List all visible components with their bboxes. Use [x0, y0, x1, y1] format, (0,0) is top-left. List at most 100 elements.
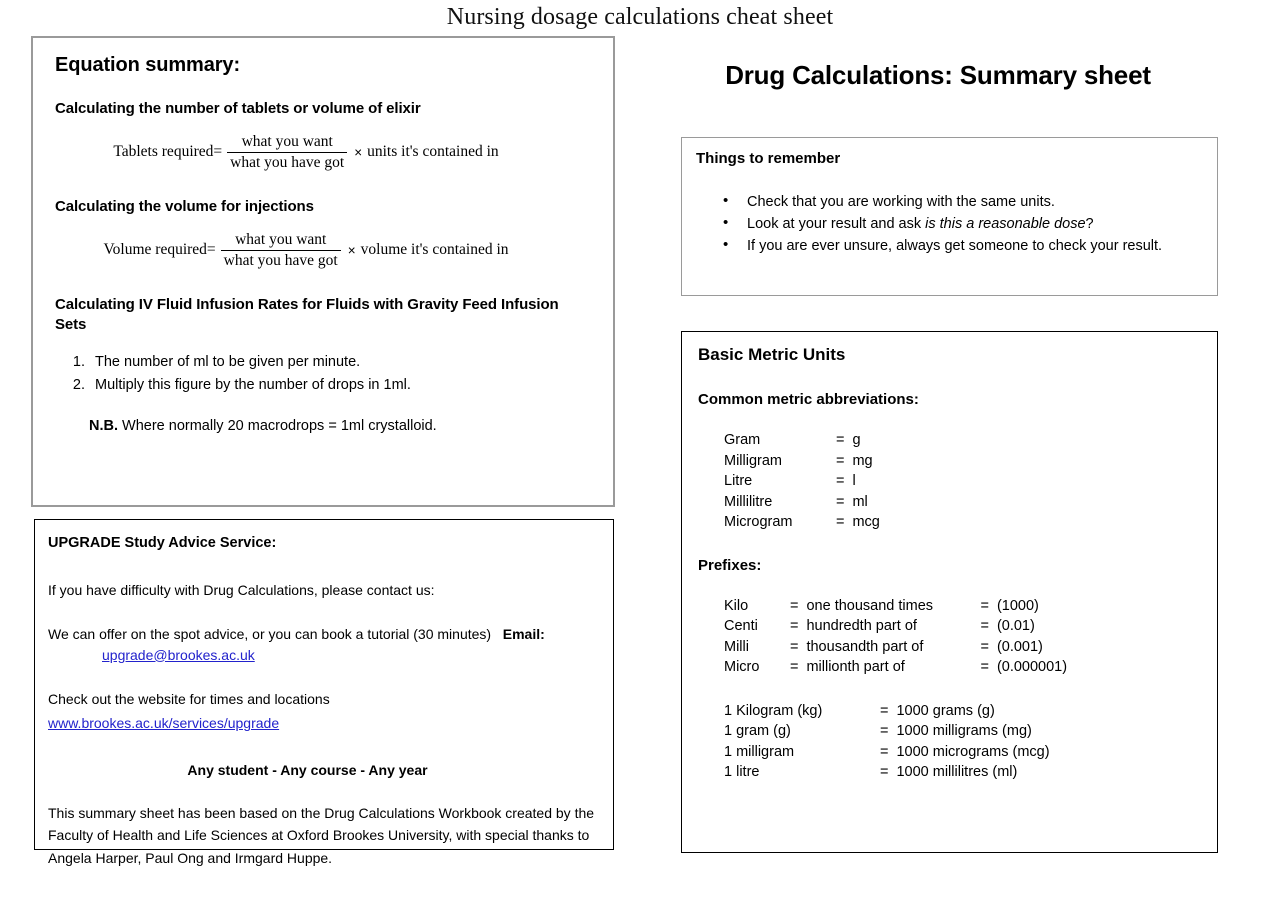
abbrev-value: ml: [852, 493, 868, 510]
bullet-text-italic: is this a reasonable dose: [925, 216, 1086, 233]
table-row: Litre = l: [724, 473, 880, 494]
table-row: 1 milligram = 1000 micrograms (mcg): [724, 744, 1050, 765]
injections-formula: Volume required= what you want what you …: [55, 231, 595, 269]
upgrade-website-link[interactable]: www.brookes.ac.uk/services/upgrade: [48, 715, 279, 731]
prefix-name: Micro: [724, 659, 760, 675]
multiply-icon: ×: [347, 242, 356, 258]
abbrev-value: mg: [852, 452, 873, 469]
table-row: 1 Kilogram (kg) = 1000 grams (g): [724, 703, 1050, 724]
basic-metric-units-panel: Basic Metric Units Common metric abbrevi…: [681, 331, 1218, 853]
prefix-value: (1000): [996, 597, 1039, 614]
prefix-meaning: thousandth part of: [806, 638, 924, 655]
table-row: Microgram = mcg: [724, 514, 880, 535]
conversion-from: 1 Kilogram (kg): [724, 702, 823, 719]
tablets-formula-fraction: what you want what you have got: [227, 133, 348, 171]
table-row: Centi = hundredth part of = (0.01): [724, 618, 1067, 639]
abbrev-name: Milligram: [724, 452, 782, 469]
abbrev-name: Litre: [724, 473, 753, 489]
abbrev-value: mcg: [852, 514, 880, 530]
table-row: Milligram = mg: [724, 453, 880, 474]
conversion-equals: =: [880, 743, 889, 760]
table-row: Micro = millionth part of = (0.000001): [724, 659, 1067, 680]
equation-summary-heading: Equation summary:: [55, 54, 240, 76]
upgrade-website-line: Check out the website for times and loca…: [48, 690, 330, 707]
injections-formula-lead: Volume required=: [103, 240, 216, 258]
prefix-meaning: one thousand times: [806, 597, 934, 614]
conversion-from: 1 gram (g): [724, 723, 791, 739]
bullet-text-before: Look at your result and ask: [747, 216, 926, 233]
things-to-remember-list: Check that you are working with the same…: [696, 190, 1203, 257]
conversion-from: 1 milligram: [724, 743, 795, 760]
metric-units-heading: Basic Metric Units: [698, 345, 846, 364]
abbrev-equals: =: [836, 493, 845, 510]
things-to-remember-panel: Things to remember Check that you are wo…: [681, 137, 1218, 296]
metric-conversions-table: 1 Kilogram (kg) = 1000 grams (g) 1 gram …: [724, 703, 1050, 785]
upgrade-email-row: upgrade@brookes.ac.uk: [48, 645, 597, 665]
abbrev-name: Gram: [724, 432, 761, 448]
metric-abbreviations-table: Gram = g Milligram = mg Litre = l Millil…: [724, 432, 880, 535]
iv-infusion-section-heading: Calculating IV Fluid Infusion Rates for …: [55, 295, 559, 334]
iv-infusion-steps: The number of ml to be given per minute.…: [89, 351, 595, 396]
abbrev-equals: =: [836, 473, 845, 489]
nb-note: N.B. Where normally 20 macrodrops = 1ml …: [89, 418, 595, 434]
tablets-formula-tail: units it's contained in: [367, 143, 499, 161]
conversion-equals: =: [880, 702, 889, 719]
list-item: The number of ml to be given per minute.: [89, 351, 595, 373]
table-row: Milli = thousandth part of = (0.001): [724, 639, 1067, 660]
prefix-equals-2: =: [980, 659, 989, 675]
injections-formula-fraction: what you want what you have got: [220, 231, 341, 269]
bullet-text-before: If you are ever unsure, always get someo…: [747, 238, 1163, 255]
prefix-equals-1: =: [790, 659, 799, 675]
abbrev-name: Millilitre: [724, 493, 773, 510]
tablets-formula-numerator: what you want: [241, 133, 333, 151]
multiply-icon: ×: [354, 144, 363, 160]
list-item: If you are ever unsure, always get someo…: [696, 234, 1203, 257]
abbrev-equals: =: [836, 432, 845, 448]
bullet-text-after: ?: [1085, 216, 1094, 233]
upgrade-title: UPGRADE Study Advice Service:: [48, 535, 277, 551]
nb-text: Where normally 20 macrodrops = 1ml cryst…: [122, 418, 437, 435]
prefix-value: (0.01): [996, 618, 1035, 634]
prefix-equals-2: =: [980, 597, 989, 614]
tablets-section-heading: Calculating the number of tablets or vol…: [55, 100, 421, 117]
injections-formula-tail: volume it's contained in: [360, 241, 509, 259]
prefixes-heading: Prefixes:: [698, 556, 762, 574]
list-item: Look at your result and ask is this a re…: [696, 212, 1203, 235]
prefix-name: Centi: [724, 618, 758, 634]
prefix-meaning: millionth part of: [806, 659, 905, 675]
abbrev-value: l: [852, 473, 856, 489]
conversion-to: 1000 grams (g): [896, 702, 995, 719]
table-row: 1 litre = 1000 millilitres (ml): [724, 764, 1050, 785]
abbrev-equals: =: [836, 452, 845, 469]
conversion-equals: =: [880, 764, 889, 780]
tablets-formula-denominator: what you have got: [227, 151, 348, 171]
upgrade-website-row: www.brookes.ac.uk/services/upgrade: [48, 713, 597, 733]
list-item: Multiply this figure by the number of dr…: [89, 374, 595, 396]
abbreviations-heading: Common metric abbreviations:: [698, 391, 919, 408]
nb-label: N.B.: [89, 418, 118, 435]
injections-formula-denominator: what you have got: [220, 249, 341, 269]
upgrade-tagline: Any student - Any course - Any year: [187, 761, 428, 778]
abbrev-equals: =: [836, 514, 845, 530]
table-row: Kilo = one thousand times = (1000): [724, 598, 1067, 619]
prefix-value: (0.001): [996, 638, 1043, 655]
prefix-meaning: hundredth part of: [806, 618, 917, 634]
prefix-value: (0.000001): [996, 659, 1068, 675]
upgrade-email-link[interactable]: upgrade@brookes.ac.uk: [102, 647, 255, 663]
email-label: Email:: [502, 626, 545, 643]
prefix-equals-1: =: [790, 618, 799, 634]
list-item: Check that you are working with the same…: [696, 190, 1203, 213]
prefix-equals-2: =: [980, 638, 989, 655]
upgrade-tutorial-line: We can offer on the spot advice, or you …: [48, 624, 597, 644]
bullet-text-before: Check that you are working with the same…: [747, 194, 1055, 210]
conversion-to: 1000 millilitres (ml): [896, 764, 1018, 780]
conversion-equals: =: [880, 723, 889, 739]
upgrade-attribution: This summary sheet has been based on the…: [48, 804, 595, 866]
injections-section-heading: Calculating the volume for injections: [55, 197, 314, 215]
upgrade-contact-line: If you have difficulty with Drug Calcula…: [48, 582, 435, 599]
table-row: Gram = g: [724, 432, 880, 453]
metric-prefixes-table: Kilo = one thousand times = (1000) Centi…: [724, 598, 1067, 680]
table-row: Millilitre = ml: [724, 494, 880, 515]
prefix-name: Milli: [724, 638, 749, 655]
page-title: Nursing dosage calculations cheat sheet: [446, 4, 834, 30]
